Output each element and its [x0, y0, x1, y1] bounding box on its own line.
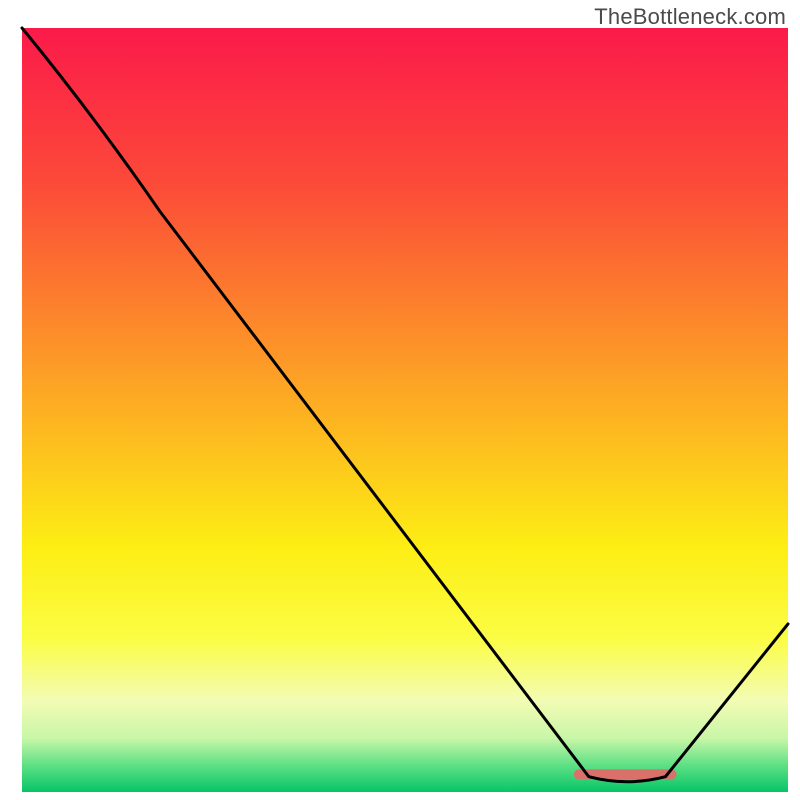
bottleneck-chart — [0, 0, 800, 800]
gradient-background — [22, 28, 788, 792]
watermark-text: TheBottleneck.com — [594, 4, 786, 30]
